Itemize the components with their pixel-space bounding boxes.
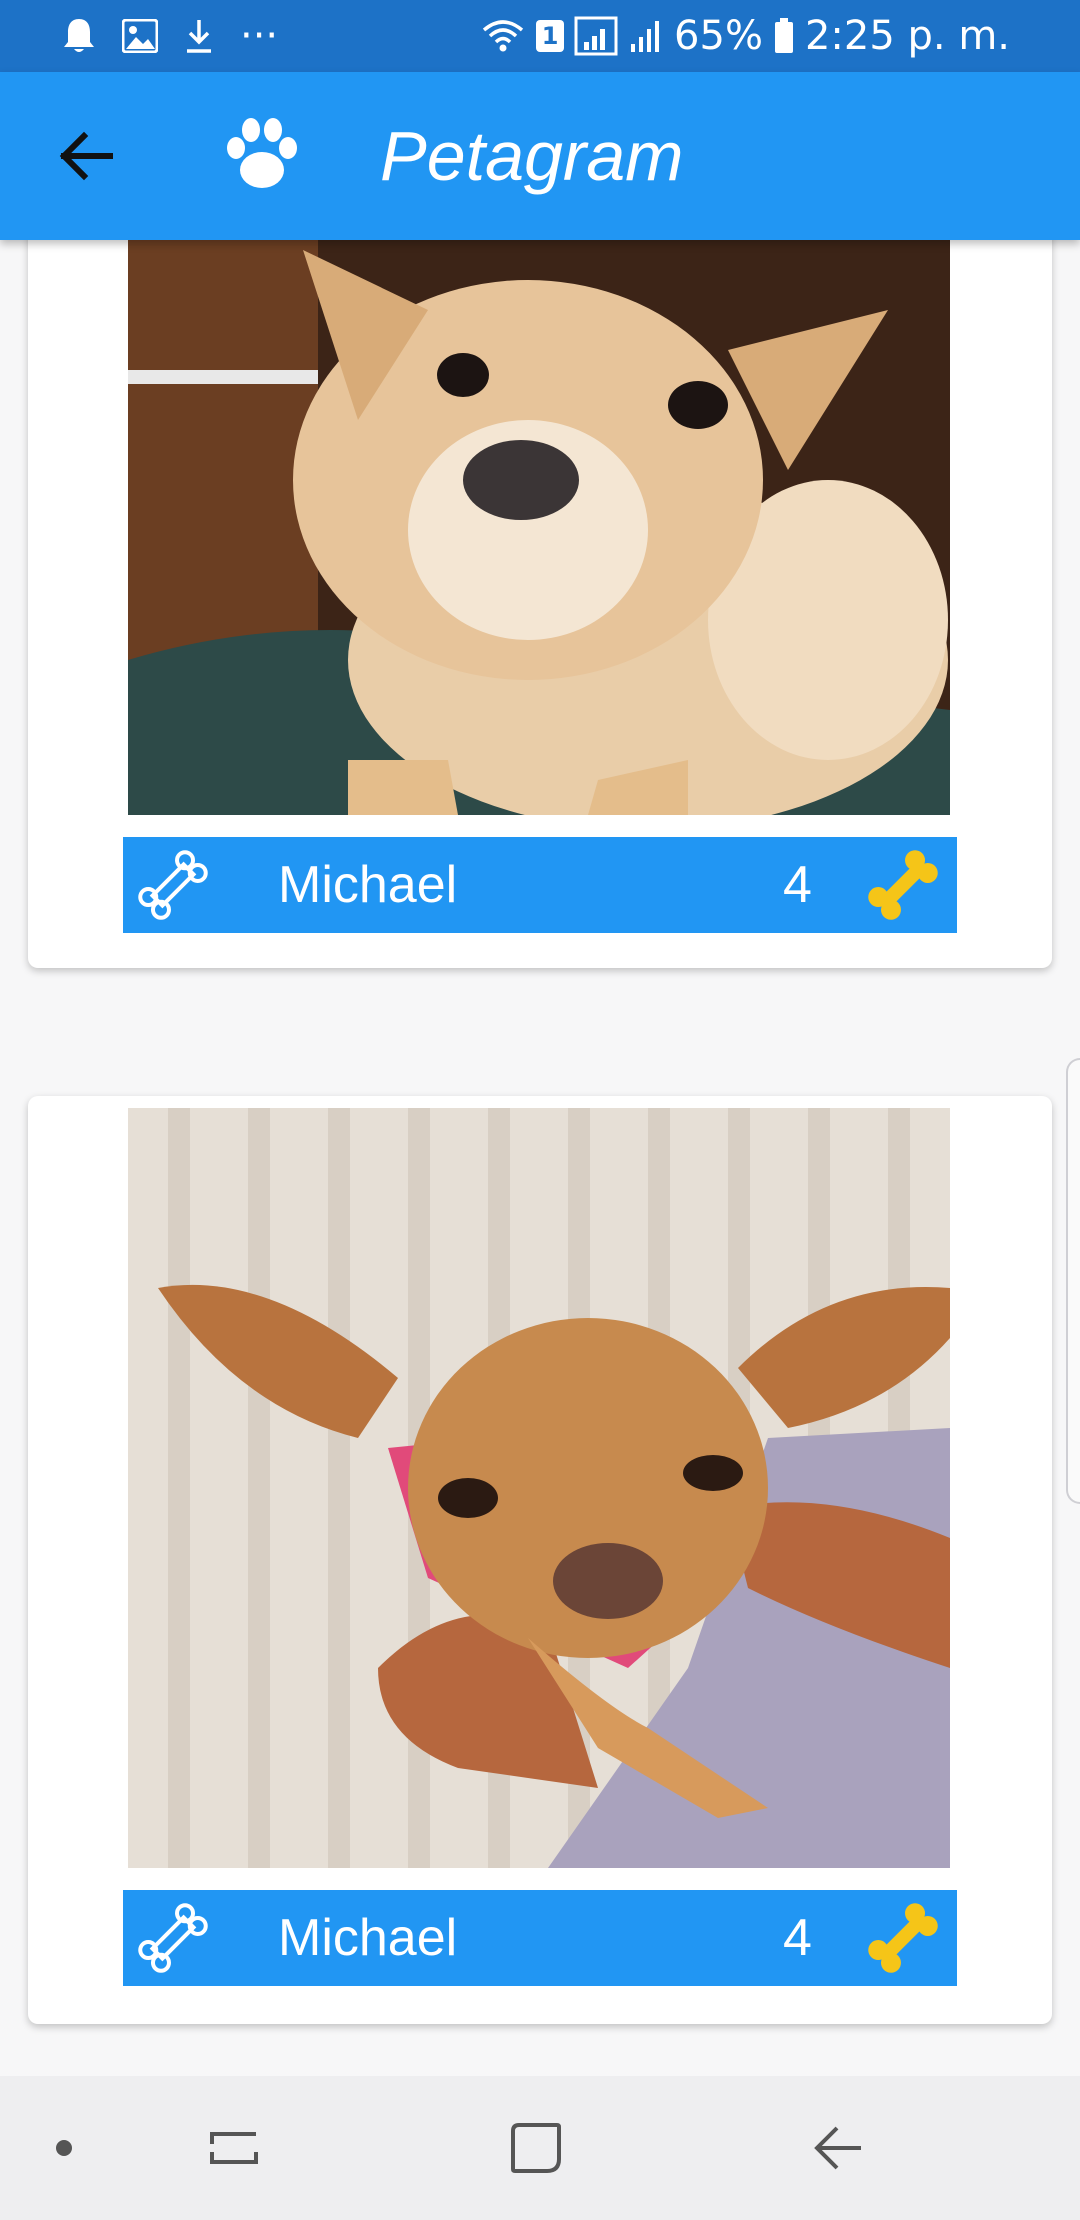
bell-icon xyxy=(64,19,94,52)
signal-icon xyxy=(574,16,618,56)
battery-percent: 65% xyxy=(674,13,763,59)
pet-info-bar: Michael 4 xyxy=(123,1890,957,1986)
like-count: 4 xyxy=(783,856,812,914)
pet-name: Michael xyxy=(278,1909,458,1967)
like-count: 4 xyxy=(783,1909,812,1967)
home-square-icon xyxy=(511,2123,561,2173)
navigation-bar xyxy=(0,2076,1080,2220)
pet-photo xyxy=(128,240,950,815)
paw-icon xyxy=(227,118,297,188)
bone-filled-icon xyxy=(868,850,938,920)
nav-dot-button[interactable] xyxy=(32,2116,96,2180)
pet-photo xyxy=(128,1108,950,1868)
status-bar: ··· 1 65% 2:25 p. m. xyxy=(0,0,1080,72)
pet-name: Michael xyxy=(278,856,458,914)
recent-apps-icon xyxy=(210,2132,258,2164)
home-button[interactable] xyxy=(504,2116,568,2180)
battery-icon xyxy=(774,18,793,53)
bone-filled-icon xyxy=(868,1903,938,1973)
more-notifications-indicator: ··· xyxy=(240,13,279,59)
pet-card: Michael 4 xyxy=(28,160,1052,968)
bone-outline-icon[interactable] xyxy=(133,1898,213,1978)
dot-icon xyxy=(56,2140,72,2156)
back-chevron-icon xyxy=(814,2126,861,2170)
wifi-icon xyxy=(482,20,524,52)
sim-badge: 1 xyxy=(536,20,565,52)
recent-apps-button[interactable] xyxy=(202,2116,266,2180)
bone-outline-icon[interactable] xyxy=(133,845,213,925)
edge-panel-handle[interactable] xyxy=(1066,1058,1080,1504)
image-icon xyxy=(122,19,158,53)
signal-2-icon xyxy=(631,21,660,52)
back-nav-button[interactable] xyxy=(806,2116,870,2180)
pet-info-bar: Michael 4 xyxy=(123,837,957,933)
app-bar: Petagram xyxy=(0,72,1080,240)
system-status: 1 65% 2:25 p. m. xyxy=(480,10,1010,62)
back-button[interactable] xyxy=(46,116,126,196)
page-title: Petagram xyxy=(380,117,684,195)
download-icon xyxy=(187,20,211,53)
pet-card: Michael 4 xyxy=(28,1096,1052,2024)
arrow-left-icon xyxy=(59,131,113,181)
clock: 2:25 p. m. xyxy=(804,13,1010,59)
notification-icons: ··· xyxy=(62,13,279,59)
